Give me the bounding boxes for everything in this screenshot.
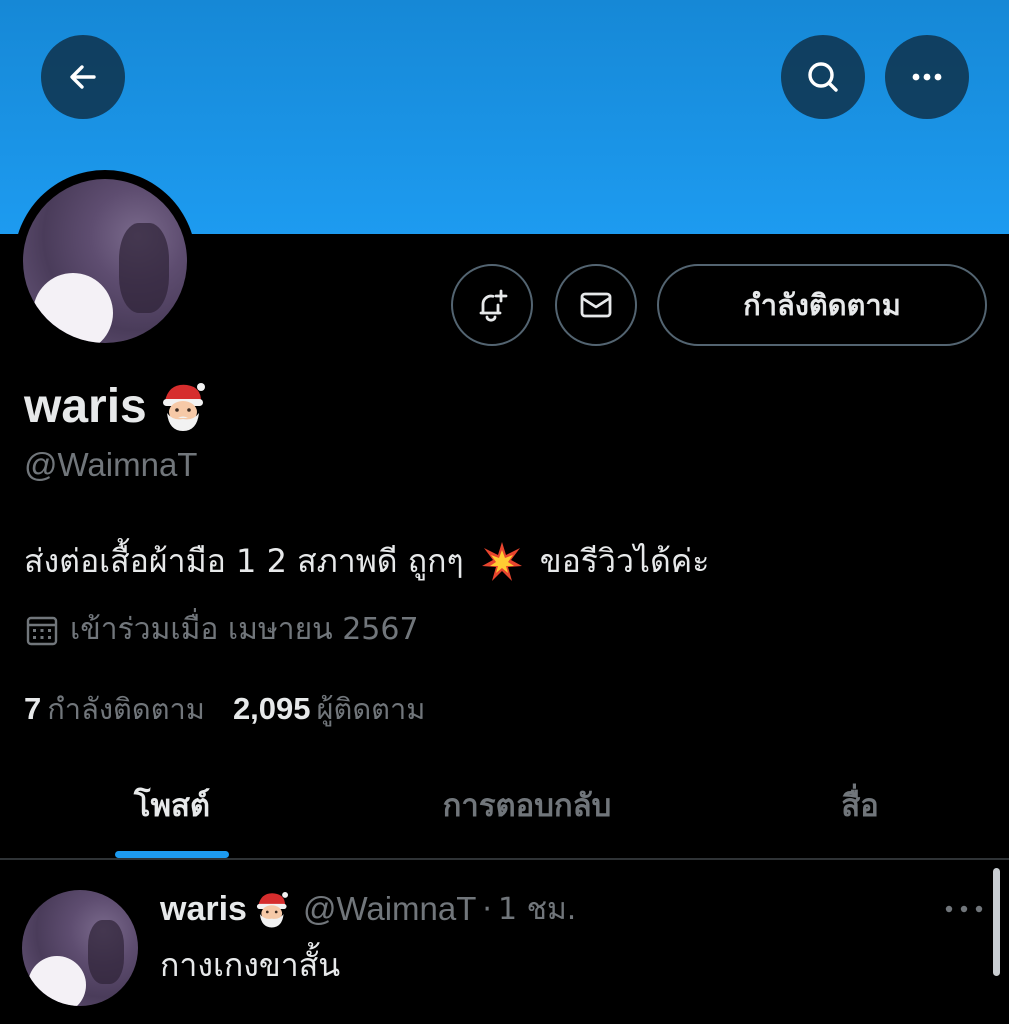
collision-emoji-icon [481, 541, 522, 581]
post-timestamp[interactable]: 1 ชม. [498, 886, 576, 933]
join-date-text: เข้าร่วมเมื่อ เมษายน 2567 [70, 612, 419, 647]
mail-icon [580, 292, 612, 318]
join-date: เข้าร่วมเมื่อ เมษายน 2567 [24, 606, 419, 653]
arrow-left-icon [70, 65, 96, 89]
notifications-button[interactable] [451, 264, 533, 346]
following-button[interactable]: กำลังติดตาม [657, 264, 987, 346]
avatar-image [23, 179, 187, 343]
profile-bio: ส่งต่อเสื้อผ้ามือ 1 2 สภาพดี ถูกๆ ขอรีวิ… [24, 536, 709, 587]
post-author-avatar[interactable] [22, 890, 138, 1006]
following-count[interactable]: 7 [24, 691, 41, 727]
more-horizontal-icon [912, 73, 942, 81]
bio-text-part2: ขอรีวิวได้ค่ะ [539, 542, 710, 580]
post-author-handle[interactable]: @WaimnaT [303, 890, 476, 928]
profile-screen: กำลังติดตาม waris @WaimnaT ส่งต่อเสื้อผ้… [0, 0, 1009, 1024]
display-name: waris [24, 376, 209, 436]
following-label[interactable]: กำลังติดตาม [47, 686, 205, 732]
post-more-icon[interactable] [942, 894, 986, 924]
post-text: กางเกงขาสั้น [160, 946, 341, 984]
calendar-icon [26, 616, 58, 645]
tab-media[interactable]: สื่อ [800, 760, 920, 850]
search-icon [808, 62, 838, 92]
profile-avatar[interactable] [14, 170, 196, 352]
active-tab-indicator [115, 851, 229, 858]
message-button[interactable] [555, 264, 637, 346]
more-button[interactable] [885, 35, 969, 119]
santa-emoji-icon [256, 891, 288, 928]
tabs-divider [0, 858, 1009, 860]
followers-count[interactable]: 2,095 [233, 691, 311, 727]
followers-label[interactable]: ผู้ติดตาม [317, 686, 426, 732]
tab-posts[interactable]: โพสต์ [92, 760, 252, 850]
scrollbar[interactable] [993, 868, 1000, 976]
bio-text-part1: ส่งต่อเสื้อผ้ามือ 1 2 สภาพดี ถูกๆ [24, 542, 464, 580]
tab-replies[interactable]: การตอบกลับ [400, 760, 654, 850]
back-button[interactable] [41, 35, 125, 119]
post-header: waris @WaimnaT · 1 ชม. [160, 884, 576, 934]
post-separator: · [482, 891, 492, 927]
santa-emoji-icon [162, 383, 205, 431]
bell-plus-icon [479, 289, 508, 322]
post-author-name[interactable]: waris [160, 890, 247, 929]
search-button[interactable] [781, 35, 865, 119]
display-name-text: waris [24, 379, 147, 433]
profile-handle: @WaimnaT [24, 446, 198, 483]
profile-tabs: โพสต์ การตอบกลับ สื่อ [0, 760, 1009, 860]
follow-stats: 7 กำลังติดตาม 2,095 ผู้ติดตาม [24, 686, 425, 732]
